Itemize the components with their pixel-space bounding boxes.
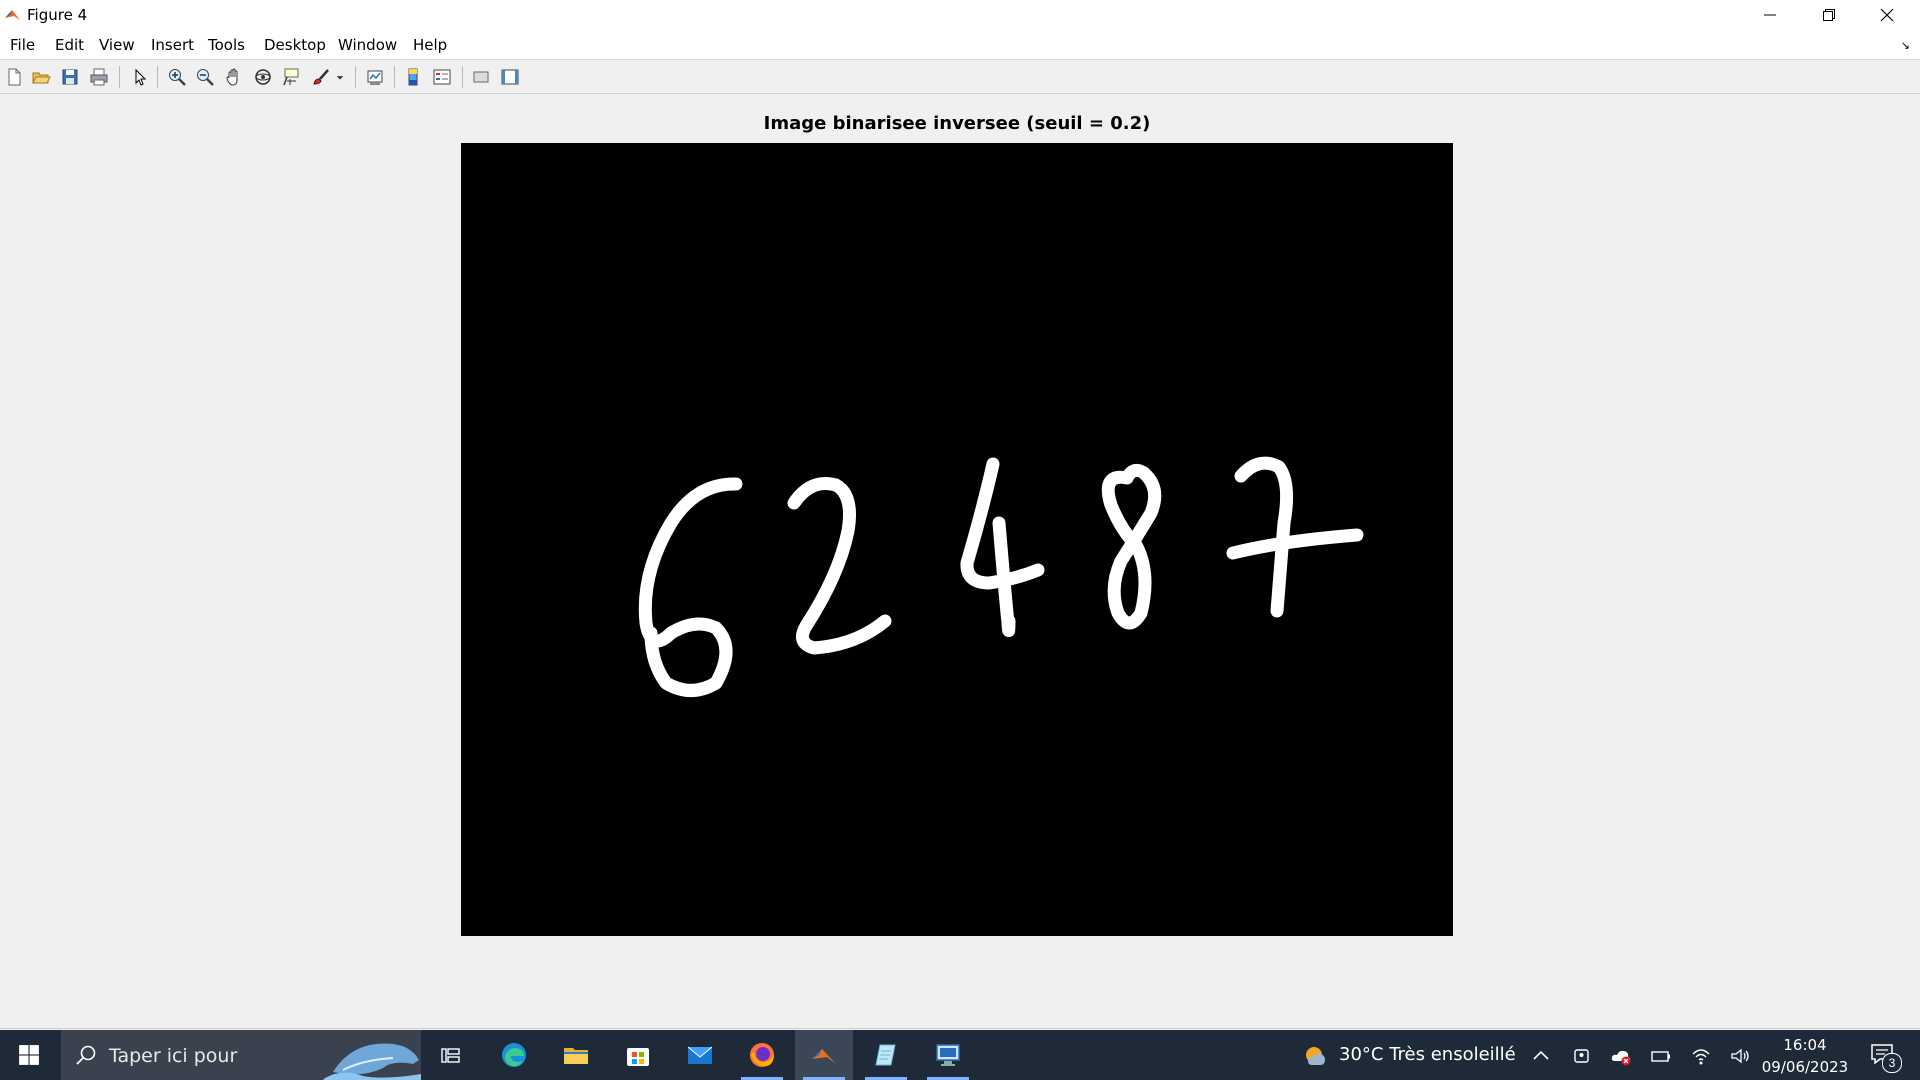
print-icon[interactable] (88, 66, 110, 88)
insert-colorbar-icon[interactable] (402, 66, 424, 88)
brush-icon[interactable] (310, 66, 332, 88)
handwritten-digits-image (461, 143, 1453, 936)
taskbar-notepad[interactable] (857, 1030, 915, 1080)
new-figure-icon[interactable] (3, 66, 25, 88)
save-icon[interactable] (59, 66, 81, 88)
menu-tools[interactable]: Tools (208, 36, 245, 54)
title-bar: Figure 4 (0, 0, 1920, 29)
clock-time: 16:04 (1783, 1036, 1827, 1054)
edit-plot-icon[interactable] (129, 66, 151, 88)
toolbar-separator (462, 66, 463, 88)
taskbar-remote-desktop[interactable] (919, 1030, 977, 1080)
wifi-icon[interactable] (1690, 1045, 1712, 1067)
close-button[interactable] (1858, 0, 1916, 29)
search-icon (76, 1045, 96, 1065)
menu-desktop[interactable]: Desktop (264, 36, 326, 54)
task-view-button[interactable] (421, 1030, 479, 1080)
taskbar-edge[interactable] (485, 1030, 543, 1080)
figure-toolbar (0, 60, 1920, 94)
taskbar-store[interactable] (609, 1030, 667, 1080)
clock-date: 09/06/2023 (1761, 1058, 1849, 1076)
meet-now-icon[interactable] (1571, 1045, 1593, 1067)
taskbar-matlab[interactable] (795, 1030, 853, 1080)
taskbar-file-explorer[interactable] (547, 1030, 605, 1080)
taskbar-mail[interactable] (671, 1030, 729, 1080)
notepad-icon (875, 1044, 896, 1066)
pan-icon[interactable] (223, 66, 245, 88)
matlab-icon (812, 1049, 836, 1064)
menu-edit[interactable]: Edit (55, 36, 84, 54)
weather-icon[interactable] (1302, 1043, 1328, 1069)
show-hidden-icons-chevron-icon[interactable] (1530, 1045, 1552, 1067)
restore-icon (1823, 8, 1835, 21)
matlab-app-icon (4, 6, 21, 23)
hide-plot-tools-icon[interactable] (470, 66, 492, 88)
toolbar-separator (157, 66, 158, 88)
remote-desktop-icon (936, 1044, 960, 1066)
start-button[interactable] (0, 1030, 58, 1080)
restore-button[interactable] (1800, 0, 1858, 29)
mail-icon (687, 1046, 713, 1064)
toolbar-separator (119, 66, 120, 88)
onedrive-error-icon[interactable] (1610, 1045, 1632, 1067)
window-title: Figure 4 (27, 6, 88, 24)
file-explorer-icon (564, 1048, 588, 1064)
menu-window[interactable]: Window (338, 36, 397, 54)
weather-text[interactable]: 30°C Très ensoleillé (1339, 1044, 1516, 1065)
menu-file[interactable]: File (10, 36, 35, 54)
link-plot-icon[interactable] (364, 66, 386, 88)
firefox-icon (750, 1043, 774, 1067)
data-cursor-icon[interactable] (280, 66, 302, 88)
store-icon (627, 1048, 649, 1066)
plot-title: Image binarisee inversee (seuil = 0.2) (763, 113, 1151, 134)
notification-count-badge: 3 (1882, 1053, 1902, 1073)
menu-insert[interactable]: Insert (151, 36, 194, 54)
volume-icon[interactable] (1729, 1045, 1751, 1067)
taskbar: Taper ici pour 30°C Très ensoleillé 16:0… (0, 1030, 1920, 1080)
zoom-out-icon[interactable] (194, 66, 216, 88)
close-icon (1880, 8, 1894, 21)
search-highlight-whale-icon (323, 1030, 421, 1080)
menu-help[interactable]: Help (413, 36, 447, 54)
task-view-icon (441, 1048, 460, 1063)
open-file-icon[interactable] (30, 66, 52, 88)
toolbar-separator (394, 66, 395, 88)
toolbar-separator (355, 66, 356, 88)
undock-icon[interactable]: ↘ (1901, 39, 1910, 52)
menu-bar: File Edit View Insert Tools Desktop Wind… (0, 29, 1920, 60)
taskbar-firefox[interactable] (733, 1030, 791, 1080)
edge-icon (502, 1043, 526, 1067)
insert-legend-icon[interactable] (431, 66, 453, 88)
menu-view[interactable]: View (99, 36, 135, 54)
taskbar-search-box[interactable]: Taper ici pour (61, 1030, 421, 1080)
battery-icon[interactable] (1650, 1045, 1672, 1067)
rotate-3d-icon[interactable] (252, 66, 274, 88)
minimize-icon (1764, 14, 1776, 15)
brush-dropdown-icon[interactable] (334, 66, 346, 88)
minimize-button[interactable] (1741, 0, 1799, 29)
windows-logo-icon (19, 1045, 39, 1065)
show-plot-tools-icon[interactable] (499, 66, 521, 88)
search-placeholder: Taper ici pour (109, 1045, 238, 1067)
zoom-in-icon[interactable] (166, 66, 188, 88)
clock[interactable]: 16:04 09/06/2023 (1760, 1034, 1850, 1078)
binarized-image (461, 143, 1453, 936)
